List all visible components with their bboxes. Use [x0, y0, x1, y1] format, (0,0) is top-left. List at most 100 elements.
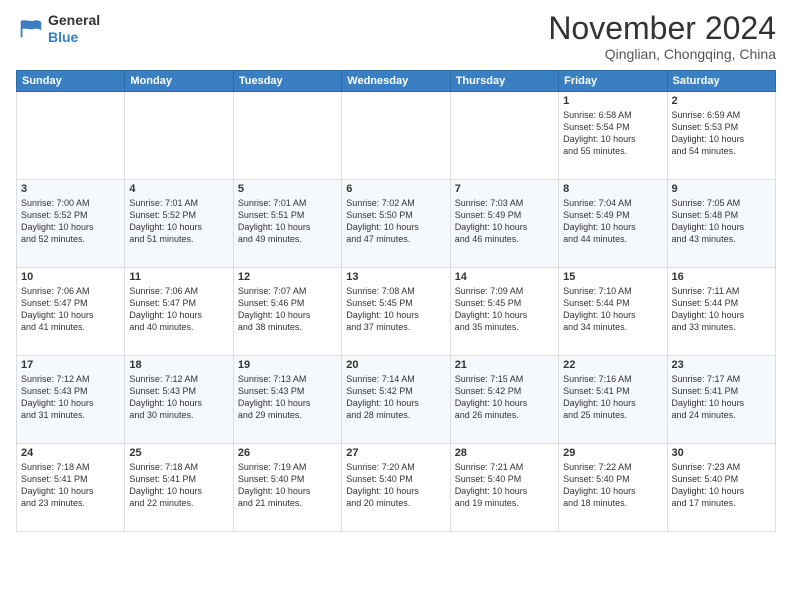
day-info: Sunrise: 7:12 AM Sunset: 5:43 PM Dayligh… — [129, 373, 228, 422]
day-number: 5 — [238, 183, 337, 195]
weekday-header-wednesday: Wednesday — [342, 71, 450, 92]
day-cell: 23 Sunrise: 7:17 AM Sunset: 5:41 PM Dayli… — [667, 356, 775, 444]
day-number: 17 — [21, 359, 120, 371]
day-info: Sunrise: 7:13 AM Sunset: 5:43 PM Dayligh… — [238, 373, 337, 422]
day-info: Sunrise: 6:58 AM Sunset: 5:54 PM Dayligh… — [563, 109, 662, 158]
day-info: Sunrise: 7:17 AM Sunset: 5:41 PM Dayligh… — [672, 373, 771, 422]
week-row-3: 10 Sunrise: 7:06 AM Sunset: 5:47 PM Dayli… — [17, 268, 776, 356]
day-info: Sunrise: 7:06 AM Sunset: 5:47 PM Dayligh… — [129, 285, 228, 334]
logo-blue: Blue — [48, 29, 100, 46]
month-title: November 2024 — [548, 12, 776, 44]
weekday-header-thursday: Thursday — [450, 71, 558, 92]
day-cell: 12 Sunrise: 7:07 AM Sunset: 5:46 PM Dayli… — [233, 268, 341, 356]
day-info: Sunrise: 7:22 AM Sunset: 5:40 PM Dayligh… — [563, 461, 662, 510]
day-cell: 21 Sunrise: 7:15 AM Sunset: 5:42 PM Dayli… — [450, 356, 558, 444]
day-info: Sunrise: 7:14 AM Sunset: 5:42 PM Dayligh… — [346, 373, 445, 422]
day-number: 23 — [672, 359, 771, 371]
logo-icon — [16, 15, 44, 43]
day-cell — [233, 92, 341, 180]
day-number: 28 — [455, 447, 554, 459]
day-cell: 14 Sunrise: 7:09 AM Sunset: 5:45 PM Dayli… — [450, 268, 558, 356]
day-cell: 28 Sunrise: 7:21 AM Sunset: 5:40 PM Dayli… — [450, 444, 558, 532]
day-info: Sunrise: 7:16 AM Sunset: 5:41 PM Dayligh… — [563, 373, 662, 422]
week-row-2: 3 Sunrise: 7:00 AM Sunset: 5:52 PM Daylig… — [17, 180, 776, 268]
day-cell — [17, 92, 125, 180]
day-number: 19 — [238, 359, 337, 371]
day-cell: 8 Sunrise: 7:04 AM Sunset: 5:49 PM Daylig… — [559, 180, 667, 268]
day-info: Sunrise: 7:18 AM Sunset: 5:41 PM Dayligh… — [21, 461, 120, 510]
day-cell: 11 Sunrise: 7:06 AM Sunset: 5:47 PM Dayli… — [125, 268, 233, 356]
header: General Blue November 2024 Qinglian, Cho… — [16, 12, 776, 62]
day-cell: 9 Sunrise: 7:05 AM Sunset: 5:48 PM Daylig… — [667, 180, 775, 268]
day-info: Sunrise: 7:20 AM Sunset: 5:40 PM Dayligh… — [346, 461, 445, 510]
day-cell: 26Sunrise: 7:19 AM Sunset: 5:40 PM Dayli… — [233, 444, 341, 532]
day-info: Sunrise: 7:15 AM Sunset: 5:42 PM Dayligh… — [455, 373, 554, 422]
day-number: 1 — [563, 95, 662, 107]
day-cell — [125, 92, 233, 180]
weekday-header-friday: Friday — [559, 71, 667, 92]
day-info: Sunrise: 7:02 AM Sunset: 5:50 PM Dayligh… — [346, 197, 445, 246]
day-number: 29 — [563, 447, 662, 459]
day-info: Sunrise: 7:07 AM Sunset: 5:46 PM Dayligh… — [238, 285, 337, 334]
day-info: Sunrise: 7:04 AM Sunset: 5:49 PM Dayligh… — [563, 197, 662, 246]
day-cell: 30Sunrise: 7:23 AM Sunset: 5:40 PM Dayli… — [667, 444, 775, 532]
day-number: 14 — [455, 271, 554, 283]
day-cell: 2Sunrise: 6:59 AM Sunset: 5:53 PM Daylig… — [667, 92, 775, 180]
week-row-4: 17 Sunrise: 7:12 AM Sunset: 5:43 PM Dayli… — [17, 356, 776, 444]
day-cell: 25 Sunrise: 7:18 AM Sunset: 5:41 PM Dayli… — [125, 444, 233, 532]
day-number: 6 — [346, 183, 445, 195]
day-cell: 16Sunrise: 7:11 AM Sunset: 5:44 PM Dayli… — [667, 268, 775, 356]
day-number: 7 — [455, 183, 554, 195]
logo: General Blue — [16, 12, 100, 46]
day-number: 25 — [129, 447, 228, 459]
day-info: Sunrise: 7:00 AM Sunset: 5:52 PM Dayligh… — [21, 197, 120, 246]
day-info: Sunrise: 7:21 AM Sunset: 5:40 PM Dayligh… — [455, 461, 554, 510]
title-block: November 2024 Qinglian, Chongqing, China — [548, 12, 776, 62]
day-number: 22 — [563, 359, 662, 371]
day-cell: 22 Sunrise: 7:16 AM Sunset: 5:41 PM Dayli… — [559, 356, 667, 444]
calendar: SundayMondayTuesdayWednesdayThursdayFrid… — [16, 70, 776, 532]
day-cell: 4Sunrise: 7:01 AM Sunset: 5:52 PM Daylig… — [125, 180, 233, 268]
day-cell — [450, 92, 558, 180]
day-number: 11 — [129, 271, 228, 283]
day-info: Sunrise: 7:12 AM Sunset: 5:43 PM Dayligh… — [21, 373, 120, 422]
day-number: 13 — [346, 271, 445, 283]
day-cell: 7Sunrise: 7:03 AM Sunset: 5:49 PM Daylig… — [450, 180, 558, 268]
day-info: Sunrise: 7:19 AM Sunset: 5:40 PM Dayligh… — [238, 461, 337, 510]
day-info: Sunrise: 7:08 AM Sunset: 5:45 PM Dayligh… — [346, 285, 445, 334]
day-number: 27 — [346, 447, 445, 459]
week-row-5: 24 Sunrise: 7:18 AM Sunset: 5:41 PM Dayli… — [17, 444, 776, 532]
page: General Blue November 2024 Qinglian, Cho… — [0, 0, 792, 612]
weekday-header-monday: Monday — [125, 71, 233, 92]
day-number: 21 — [455, 359, 554, 371]
day-number: 3 — [21, 183, 120, 195]
day-info: Sunrise: 7:11 AM Sunset: 5:44 PM Dayligh… — [672, 285, 771, 334]
day-number: 20 — [346, 359, 445, 371]
day-info: Sunrise: 7:18 AM Sunset: 5:41 PM Dayligh… — [129, 461, 228, 510]
day-cell: 20 Sunrise: 7:14 AM Sunset: 5:42 PM Dayli… — [342, 356, 450, 444]
weekday-header-saturday: Saturday — [667, 71, 775, 92]
day-cell: 17 Sunrise: 7:12 AM Sunset: 5:43 PM Dayli… — [17, 356, 125, 444]
day-number: 12 — [238, 271, 337, 283]
day-info: Sunrise: 7:10 AM Sunset: 5:44 PM Dayligh… — [563, 285, 662, 334]
day-cell: 5Sunrise: 7:01 AM Sunset: 5:51 PM Daylig… — [233, 180, 341, 268]
day-cell: 6 Sunrise: 7:02 AM Sunset: 5:50 PM Daylig… — [342, 180, 450, 268]
weekday-header-sunday: Sunday — [17, 71, 125, 92]
day-number: 10 — [21, 271, 120, 283]
day-cell: 19 Sunrise: 7:13 AM Sunset: 5:43 PM Dayli… — [233, 356, 341, 444]
day-cell: 27 Sunrise: 7:20 AM Sunset: 5:40 PM Dayli… — [342, 444, 450, 532]
day-cell: 29 Sunrise: 7:22 AM Sunset: 5:40 PM Dayli… — [559, 444, 667, 532]
day-info: Sunrise: 7:05 AM Sunset: 5:48 PM Dayligh… — [672, 197, 771, 246]
day-cell: 10Sunrise: 7:06 AM Sunset: 5:47 PM Dayli… — [17, 268, 125, 356]
day-cell: 15Sunrise: 7:10 AM Sunset: 5:44 PM Dayli… — [559, 268, 667, 356]
day-number: 9 — [672, 183, 771, 195]
day-cell: 24 Sunrise: 7:18 AM Sunset: 5:41 PM Dayli… — [17, 444, 125, 532]
day-number: 24 — [21, 447, 120, 459]
weekday-header-tuesday: Tuesday — [233, 71, 341, 92]
day-info: Sunrise: 6:59 AM Sunset: 5:53 PM Dayligh… — [672, 109, 771, 158]
weekday-header-row: SundayMondayTuesdayWednesdayThursdayFrid… — [17, 71, 776, 92]
day-info: Sunrise: 7:09 AM Sunset: 5:45 PM Dayligh… — [455, 285, 554, 334]
day-cell: 18Sunrise: 7:12 AM Sunset: 5:43 PM Dayli… — [125, 356, 233, 444]
day-number: 8 — [563, 183, 662, 195]
location: Qinglian, Chongqing, China — [548, 46, 776, 62]
